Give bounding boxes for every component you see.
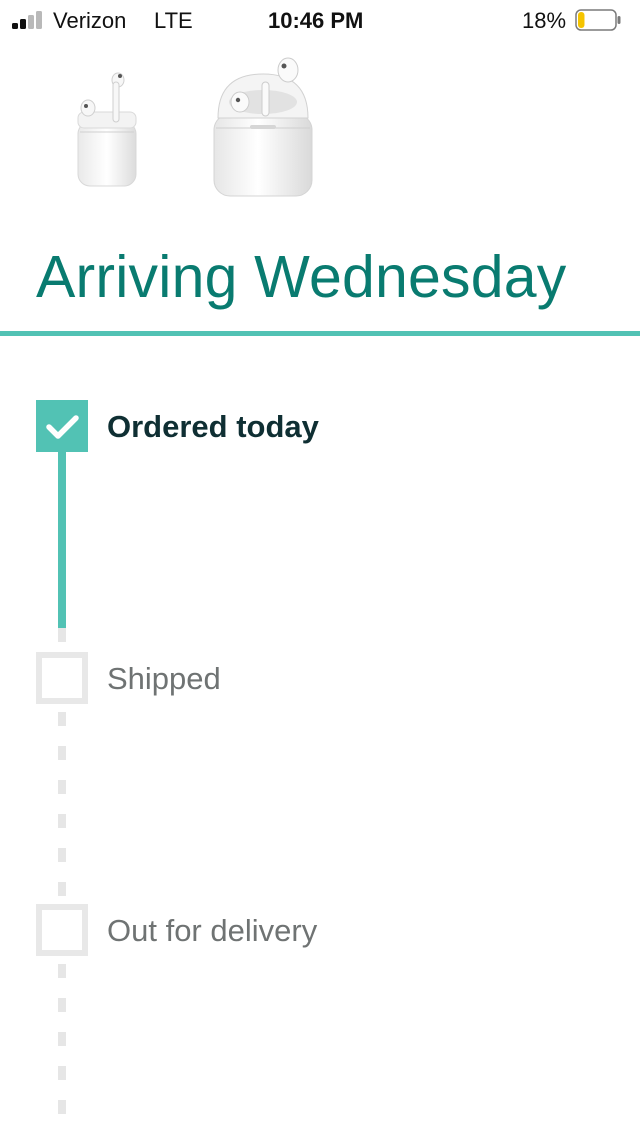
heading-divider	[0, 331, 640, 336]
battery-percentage: 18%	[522, 8, 567, 33]
network-type: LTE	[154, 8, 193, 33]
progress-line-completed	[58, 452, 66, 628]
carrier-name: Verizon	[53, 8, 127, 33]
status-time: 10:46 PM	[268, 8, 364, 33]
progress-line-pending	[58, 628, 66, 642]
ordered-step-checkbox	[36, 400, 88, 452]
progress-line-pending	[58, 712, 66, 902]
shipped-step-label: Shipped	[107, 661, 221, 696]
airpods-case-image	[213, 57, 313, 197]
checkmark-icon	[46, 415, 79, 439]
out-for-delivery-step-label: Out for delivery	[107, 913, 318, 948]
ordered-step-label: Ordered today	[107, 409, 319, 444]
out-for-delivery-step-checkbox	[36, 904, 88, 956]
status-bar: Verizon LTE 10:46 PM 18%	[0, 0, 640, 42]
signal-strength-icon	[12, 11, 48, 29]
progress-line-pending	[58, 964, 66, 1136]
delivery-status-heading: Arriving Wednesday	[36, 244, 567, 310]
shipped-step-checkbox	[36, 652, 88, 704]
airpods-open-case-image	[77, 72, 137, 187]
battery-icon	[575, 9, 621, 31]
